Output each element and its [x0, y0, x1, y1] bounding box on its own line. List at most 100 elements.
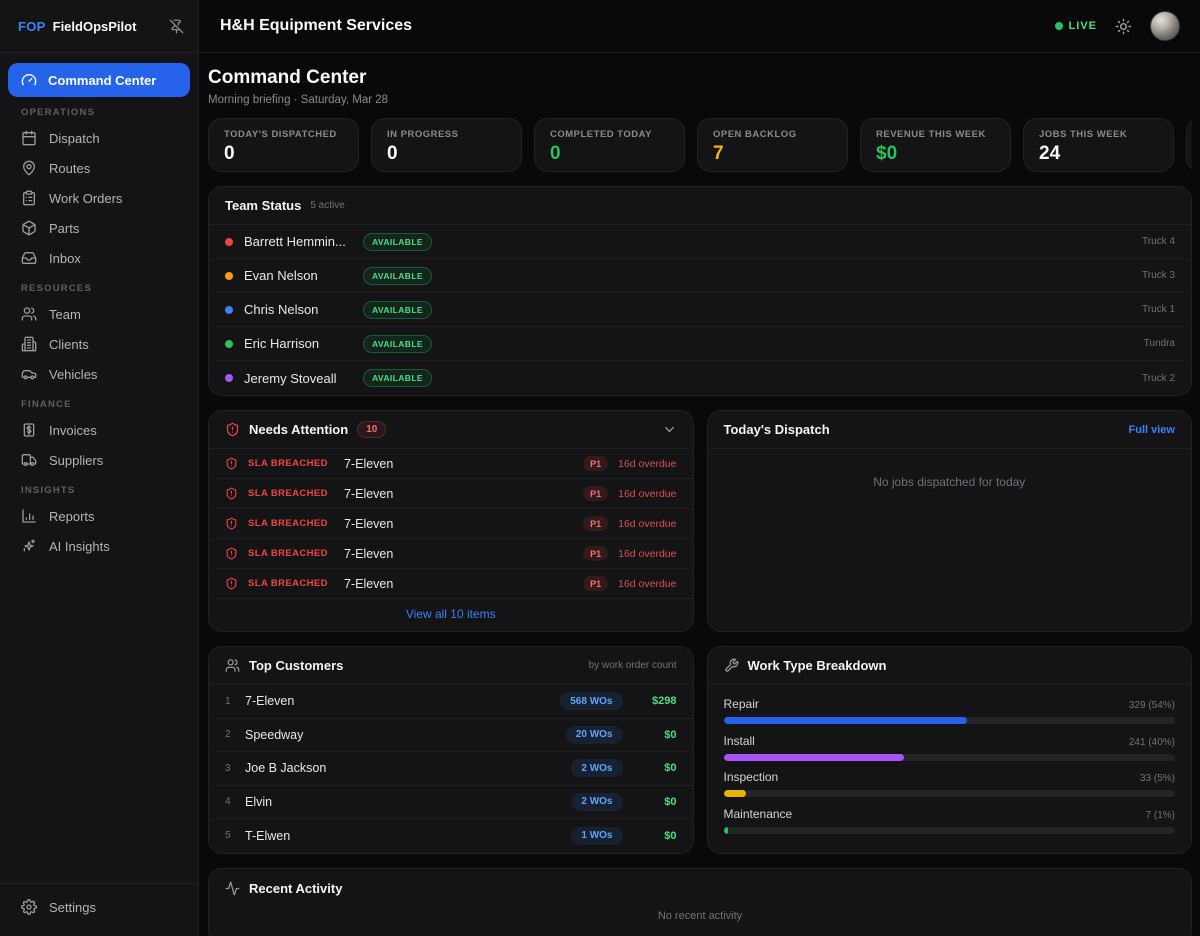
work-type-value: 33 (5%): [1140, 773, 1175, 784]
team-row[interactable]: Chris Nelson AVAILABLE Truck 1: [209, 293, 1191, 327]
team-row[interactable]: Eric Harrison AVAILABLE Tundra: [209, 327, 1191, 361]
chevron-down-icon[interactable]: [662, 422, 677, 437]
todays-dispatch-panel: Today's Dispatch Full view No jobs dispa…: [707, 410, 1193, 632]
work-type-label: Inspection: [724, 770, 779, 784]
sidebar-item-label: Invoices: [49, 423, 97, 438]
customer-row[interactable]: 2 Speedway 20 WOs $0: [209, 719, 693, 753]
topbar-actions: LIVE: [1055, 11, 1180, 41]
attention-row[interactable]: SLA BREACHED 7-Eleven P116d overdue: [209, 569, 693, 599]
sidebar-item-settings[interactable]: Settings: [8, 892, 190, 922]
customer-row[interactable]: 5 T-Elwen 1 WOs $0: [209, 819, 693, 853]
sidebar-item-reports[interactable]: Reports: [8, 501, 190, 531]
sidebar-item-suppliers[interactable]: Suppliers: [8, 445, 190, 475]
kpi-label: TODAY'S DISPATCHED: [224, 129, 343, 140]
invoice-icon: [21, 422, 37, 438]
page-title: Command Center: [208, 67, 1192, 89]
kpi-todays-dispatched[interactable]: TODAY'S DISPATCHED 0: [208, 118, 359, 172]
user-avatar[interactable]: [1150, 11, 1180, 41]
sort-note: by work order count: [589, 660, 677, 671]
client-name: 7-Eleven: [344, 487, 393, 501]
full-view-link[interactable]: Full view: [1129, 424, 1175, 436]
sidebar-item-dispatch[interactable]: Dispatch: [8, 123, 190, 153]
work-type-row: Inspection 33 (5%): [724, 770, 1176, 797]
work-type-label: Install: [724, 734, 755, 748]
kpi-completed-today[interactable]: COMPLETED TODAY 0: [534, 118, 685, 172]
shield-alert-icon: [225, 547, 238, 560]
availability-badge: AVAILABLE: [363, 335, 432, 353]
clipboard-icon: [21, 190, 37, 206]
theme-toggle-button[interactable]: [1115, 18, 1132, 35]
vehicle-label: Truck 3: [1142, 270, 1175, 281]
work-type-value: 7 (1%): [1146, 810, 1175, 821]
company-title: H&H Equipment Services: [220, 17, 412, 35]
sidebar-item-label: Vehicles: [49, 367, 97, 382]
work-type-breakdown-panel: Work Type Breakdown Repair329 (54%) Inst…: [707, 646, 1193, 854]
sidebar-item-label: Parts: [49, 221, 79, 236]
work-type-title: Work Type Breakdown: [748, 658, 887, 673]
sidebar-item-ai-insights[interactable]: AI Insights: [8, 531, 190, 561]
status-dot: [225, 306, 233, 314]
shield-alert-icon: [225, 517, 238, 530]
sidebar-item-parts[interactable]: Parts: [8, 213, 190, 243]
sidebar-item-clients[interactable]: Clients: [8, 329, 190, 359]
work-type-row: Repair329 (54%): [724, 697, 1176, 724]
availability-badge: AVAILABLE: [363, 233, 432, 251]
gauge-icon: [21, 72, 37, 88]
brand-name: FieldOpsPilot: [53, 19, 137, 34]
kpi-value: 7: [713, 143, 832, 165]
sidebar-item-label: Work Orders: [49, 191, 122, 206]
kpi-in-progress[interactable]: IN PROGRESS 0: [371, 118, 522, 172]
availability-badge: AVAILABLE: [363, 267, 432, 285]
sidebar-item-team[interactable]: Team: [8, 299, 190, 329]
attention-row[interactable]: SLA BREACHED 7-Eleven P116d overdue: [209, 509, 693, 539]
recent-activity-panel: Recent Activity No recent activity: [208, 868, 1192, 936]
shield-alert-icon: [225, 422, 240, 437]
kpi-open-backlog[interactable]: OPEN BACKLOG 7: [697, 118, 848, 172]
kpi-revenue-this-week[interactable]: REVENUE THIS WEEK $0: [860, 118, 1011, 172]
shield-alert-icon: [225, 487, 238, 500]
sla-breached-tag: SLA BREACHED: [248, 548, 334, 559]
work-orders-badge: 2 WOs: [571, 793, 622, 811]
car-icon: [21, 366, 37, 382]
needs-attention-panel: Needs Attention 10 SLA BREACHED 7-Eleven…: [208, 410, 694, 632]
team-row[interactable]: Evan Nelson AVAILABLE Truck 3: [209, 259, 1191, 293]
tech-name: Eric Harrison: [244, 336, 352, 351]
client-name: 7-Eleven: [344, 457, 393, 471]
tech-name: Evan Nelson: [244, 268, 352, 283]
attention-row[interactable]: SLA BREACHED 7-Eleven P116d overdue: [209, 539, 693, 569]
attention-row[interactable]: SLA BREACHED 7-Eleven P116d overdue: [209, 479, 693, 509]
sidebar-item-command-center[interactable]: Command Center: [8, 63, 190, 97]
sidebar-pin-toggle[interactable]: [169, 19, 184, 34]
customer-name: Joe B Jackson: [245, 761, 326, 775]
overdue-label: 16d overdue: [618, 458, 676, 470]
availability-badge: AVAILABLE: [363, 301, 432, 319]
top-customers-title: Top Customers: [249, 658, 343, 673]
view-all-link[interactable]: View all 10 items: [209, 599, 693, 631]
sidebar-item-label: Clients: [49, 337, 89, 352]
team-status-panel: Team Status 5 active Barrett Hemmin... A…: [208, 186, 1192, 396]
team-row[interactable]: Jeremy Stoveall AVAILABLE Truck 2: [209, 361, 1191, 395]
priority-badge: P1: [583, 516, 608, 531]
main-content: Command Center Morning briefing · Saturd…: [200, 53, 1200, 936]
kpi-jobs-this-week[interactable]: JOBS THIS WEEK 24: [1023, 118, 1174, 172]
kpi-value: 0: [224, 143, 343, 165]
gear-icon: [21, 899, 37, 915]
kpi-label: IN PROGRESS: [387, 129, 506, 140]
attention-row[interactable]: SLA BREACHED 7-Eleven P116d overdue: [209, 449, 693, 479]
sidebar-item-label: Routes: [49, 161, 90, 176]
sidebar-item-inbox[interactable]: Inbox: [8, 243, 190, 273]
sidebar-item-routes[interactable]: Routes: [8, 153, 190, 183]
vehicle-label: Truck 2: [1142, 373, 1175, 384]
vehicle-label: Truck 1: [1142, 304, 1175, 315]
progress-track: [724, 827, 1176, 834]
sidebar-item-invoices[interactable]: Invoices: [8, 415, 190, 445]
sidebar-item-vehicles[interactable]: Vehicles: [8, 359, 190, 389]
customer-row[interactable]: 4 Elvin 2 WOs $0: [209, 786, 693, 820]
team-row[interactable]: Barrett Hemmin... AVAILABLE Truck 4: [209, 225, 1191, 259]
sidebar-item-label: Team: [49, 307, 81, 322]
sidebar-item-work-orders[interactable]: Work Orders: [8, 183, 190, 213]
pin-off-icon: [169, 19, 184, 34]
wrench-icon: [724, 658, 739, 673]
customer-row[interactable]: 1 7-Eleven 568 WOs $298: [209, 685, 693, 719]
customer-row[interactable]: 3 Joe B Jackson 2 WOs $0: [209, 752, 693, 786]
